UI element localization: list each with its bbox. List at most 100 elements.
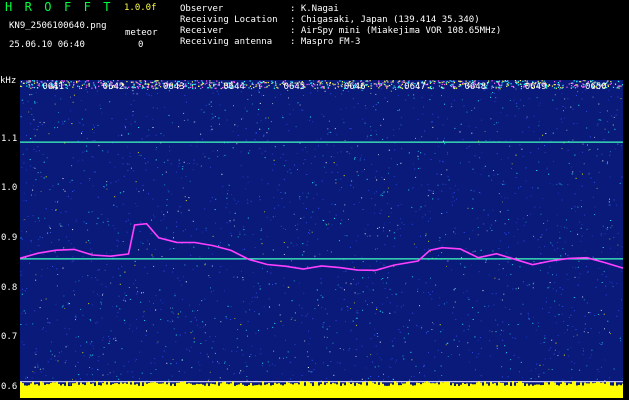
noise-pixel [372,361,374,363]
noise-pixel [133,283,135,285]
noise-pixel [572,108,574,110]
noise-pixel [525,118,527,120]
noise-pixel [516,222,518,224]
noise-pixel [384,97,386,99]
noise-pixel [41,328,43,330]
noise-pixel [81,132,82,134]
noise-pixel [609,198,610,200]
noise-pixel [261,82,263,84]
noise-pixel [236,383,238,385]
noise-pixel [337,171,339,173]
noise-pixel [259,288,261,290]
noise-pixel [611,225,613,227]
noise-pixel [504,306,506,308]
noise-pixel [362,118,364,120]
noise-pixel [182,166,184,167]
noise-pixel [429,217,431,219]
band-column [74,383,76,398]
noise-pixel [179,206,181,208]
noise-pixel [239,233,241,235]
noise-pixel [136,287,138,289]
band-column [242,384,244,398]
noise-pixel [482,290,484,292]
noise-pixel [177,210,179,212]
noise-pixel [212,235,214,237]
noise-pixel [378,375,380,377]
noise-pixel [607,161,608,163]
noise-pixel [145,162,147,164]
noise-pixel [318,207,320,209]
noise-pixel [451,106,453,108]
noise-pixel [497,86,499,88]
noise-pixel [136,327,137,329]
noise-pixel [445,82,447,84]
noise-pixel [163,161,165,163]
noise-pixel [572,325,574,327]
noise-pixel [155,309,157,311]
noise-pixel [69,383,71,385]
noise-pixel [79,87,81,90]
x-tick-label: 0648 [464,82,486,92]
noise-pixel [163,135,165,137]
band-column [466,383,468,398]
noise-pixel [544,337,546,339]
band-column [46,383,48,398]
noise-pixel [136,318,137,320]
noise-pixel [370,376,372,377]
noise-pixel [507,80,509,82]
noise-pixel [490,224,492,226]
noise-pixel [439,240,441,242]
noise-pixel [583,163,585,165]
noise-pixel [27,216,29,217]
noise-pixel [275,84,277,86]
band-column [516,382,518,398]
noise-pixel [474,335,476,337]
noise-pixel [541,234,543,236]
noise-pixel [572,86,574,88]
noise-pixel [176,226,178,228]
noise-pixel [251,94,253,96]
noise-pixel [79,122,81,124]
noise-pixel [78,280,80,282]
noise-pixel [341,93,343,95]
noise-pixel [339,362,341,364]
noise-pixel [365,367,367,369]
noise-pixel [24,219,26,221]
noise-pixel [203,326,205,328]
noise-pixel [293,213,295,215]
noise-pixel [280,94,282,95]
noise-pixel [49,189,51,191]
noise-pixel [486,82,489,84]
noise-pixel [55,359,57,361]
band-column [398,385,400,398]
noise-pixel [301,109,303,111]
noise-pixel [405,283,407,285]
noise-pixel [311,371,313,373]
noise-pixel [430,190,432,192]
noise-pixel [340,223,342,225]
noise-pixel [606,228,608,230]
noise-pixel [474,336,476,338]
noise-pixel [211,119,213,120]
noise-pixel [577,91,579,93]
noise-pixel [157,167,159,168]
noise-pixel [69,181,71,183]
noise-pixel [486,230,488,232]
noise-pixel [34,167,36,169]
noise-pixel [208,157,210,159]
noise-pixel [307,192,309,194]
noise-pixel [190,254,192,256]
noise-pixel [337,152,338,154]
noise-pixel [265,81,267,84]
noise-pixel [517,242,519,244]
noise-pixel [204,83,206,85]
noise-pixel [517,324,519,325]
noise-pixel [452,196,454,198]
noise-pixel [338,240,340,242]
noise-pixel [371,163,373,165]
noise-pixel [189,243,191,245]
band-column [304,385,306,398]
noise-pixel [597,148,599,150]
noise-pixel [556,261,558,263]
band-column [530,384,532,398]
